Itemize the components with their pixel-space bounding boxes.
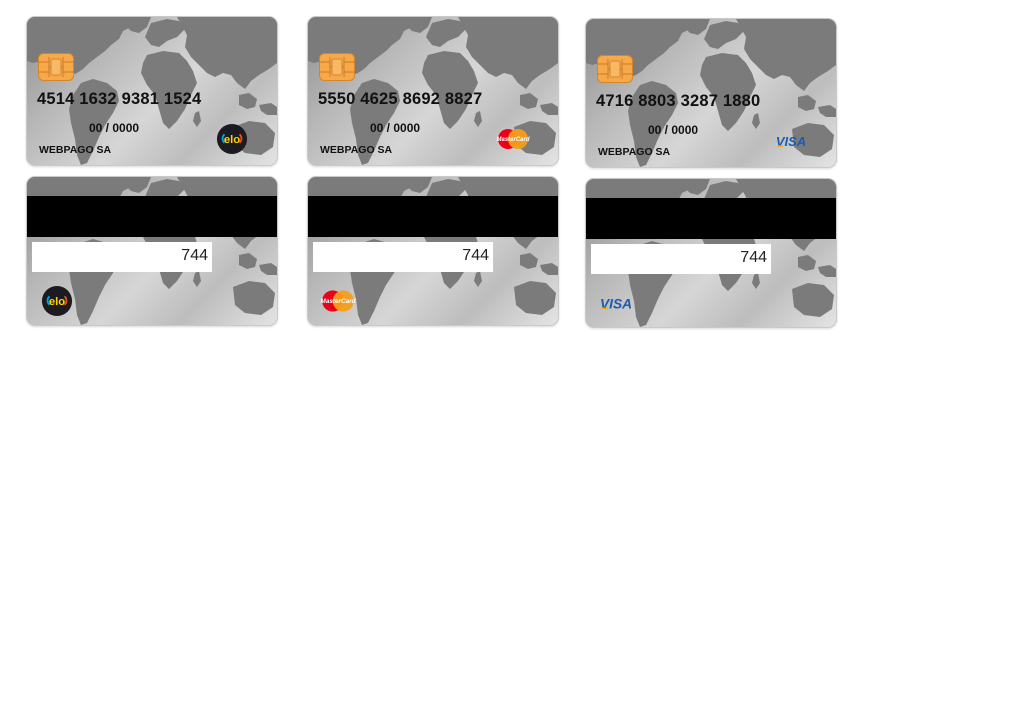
chip-icon xyxy=(597,55,633,83)
card-front-elo: 4514 1632 9381 1524 00 / 0000 WEBPAGO SA xyxy=(26,16,278,166)
card-back-visa: 744 xyxy=(585,178,837,328)
card-number: 5550 4625 8692 8827 xyxy=(318,90,483,108)
magnetic-stripe xyxy=(308,196,558,237)
signature-panel: 744 xyxy=(313,242,493,272)
mastercard-logo-icon xyxy=(496,123,530,155)
card-front-visa: 4716 8803 3287 1880 00 / 0000 WEBPAGO SA xyxy=(585,18,837,168)
magnetic-stripe xyxy=(27,196,277,237)
card-holder-name: WEBPAGO SA xyxy=(598,146,671,158)
card-expiry: 00 / 0000 xyxy=(370,121,421,135)
signature-panel: 744 xyxy=(32,242,212,272)
elo-logo-icon xyxy=(215,123,249,155)
card-cvv: 744 xyxy=(740,249,767,266)
card-front-mastercard: 5550 4625 8692 8827 00 / 0000 WEBPAGO SA xyxy=(307,16,559,166)
elo-logo-icon xyxy=(39,285,75,317)
card-holder-name: WEBPAGO SA xyxy=(320,144,393,156)
mastercard-logo-icon xyxy=(320,285,356,317)
visa-logo-icon xyxy=(598,287,634,319)
card-back-mastercard: 744 xyxy=(307,176,559,326)
signature-panel: 744 xyxy=(591,244,771,274)
visa-logo-icon xyxy=(774,125,808,157)
card-number: 4514 1632 9381 1524 xyxy=(37,90,202,108)
card-expiry: 00 / 0000 xyxy=(89,121,140,135)
card-cvv: 744 xyxy=(181,247,208,264)
card-number: 4716 8803 3287 1880 xyxy=(596,92,761,110)
card-cvv: 744 xyxy=(462,247,489,264)
card-holder-name: WEBPAGO SA xyxy=(39,144,112,156)
magnetic-stripe xyxy=(586,198,836,239)
card-back-elo: 744 xyxy=(26,176,278,326)
card-expiry: 00 / 0000 xyxy=(648,123,699,137)
chip-icon xyxy=(319,53,355,81)
chip-icon xyxy=(38,53,74,81)
